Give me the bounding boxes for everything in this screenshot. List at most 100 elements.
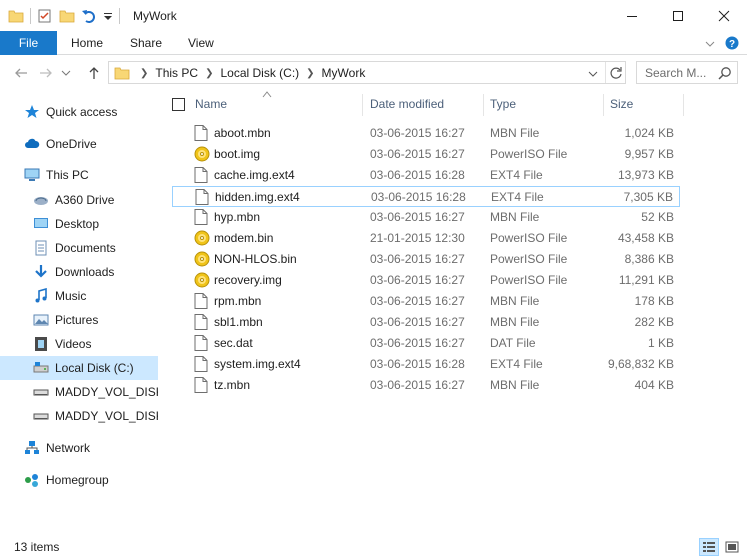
undo-icon[interactable] (81, 8, 97, 24)
file-size: 9,68,832 KB (607, 357, 674, 371)
nav-item[interactable]: A360 Drive (0, 188, 158, 212)
file-row[interactable]: hidden.img.ext4 03-06-2015 16:28 EXT4 File… (172, 186, 680, 207)
file-size: 7,305 KB (623, 190, 673, 204)
file-type: EXT4 File (490, 357, 543, 371)
nav-item[interactable]: MADDY_VOL_DISK ( (0, 404, 158, 428)
disc-image-icon (194, 146, 210, 162)
back-button[interactable] (12, 64, 30, 82)
nav-item[interactable]: Music (0, 284, 158, 308)
nav-item[interactable]: Quick access (0, 100, 158, 124)
file-row[interactable]: modem.bin 21-01-2015 12:30 PowerISO File 43… (172, 228, 680, 249)
toolbar-divider (30, 8, 31, 24)
search-box[interactable]: Search M... (636, 61, 738, 84)
recent-locations-button[interactable] (60, 64, 72, 82)
nav-item[interactable]: Videos (0, 332, 158, 356)
file-row[interactable]: cache.img.ext4 03-06-2015 16:28 EXT4 File 1… (172, 165, 680, 186)
chevron-right-icon[interactable]: ❯ (205, 68, 213, 79)
status-bar: 13 items (0, 535, 747, 559)
nav-item[interactable]: Desktop (0, 212, 158, 236)
file-name: hidden.img.ext4 (215, 190, 300, 204)
nav-item[interactable]: Documents (0, 236, 158, 260)
chevron-right-icon[interactable]: ❯ (140, 68, 148, 79)
nav-item-label: OneDrive (46, 137, 97, 151)
toolbar-divider (119, 8, 120, 24)
search-icon[interactable] (718, 66, 732, 83)
forward-button[interactable] (37, 64, 55, 82)
file-size: 52 KB (641, 210, 674, 224)
column-divider[interactable] (683, 94, 684, 116)
sort-ascending-icon (262, 90, 272, 101)
column-header-date[interactable]: Date modified (370, 90, 444, 118)
expand-ribbon-icon[interactable] (705, 38, 715, 52)
file-name: tz.mbn (214, 378, 251, 392)
refresh-icon[interactable] (609, 66, 623, 83)
file-type: PowerISO File (490, 147, 568, 161)
chevron-right-icon[interactable]: ❯ (306, 68, 314, 79)
nav-item[interactable]: Local Disk (C:) (0, 356, 158, 380)
search-placeholder: Search M... (645, 66, 707, 80)
nav-item[interactable]: OneDrive (0, 132, 158, 156)
file-row[interactable]: sbl1.mbn 03-06-2015 16:27 MBN File 282 KB (172, 312, 680, 333)
videos-folder-icon (33, 336, 49, 352)
column-header-type[interactable]: Type (490, 90, 516, 118)
file-date-modified: 03-06-2015 16:28 (370, 168, 465, 182)
disc-image-icon (194, 251, 210, 267)
file-date-modified: 03-06-2015 16:27 (370, 126, 465, 140)
homegroup-icon (24, 472, 40, 488)
close-button[interactable] (701, 0, 747, 31)
breadcrumb-local-disk[interactable]: Local Disk (C:) (220, 66, 299, 80)
nav-item[interactable]: Homegroup (0, 468, 158, 492)
column-divider[interactable] (483, 94, 484, 116)
column-header-size[interactable]: Size (610, 90, 633, 118)
tab-home[interactable]: Home (71, 31, 103, 55)
nav-item[interactable]: Pictures (0, 308, 158, 332)
tab-file[interactable]: File (0, 31, 57, 55)
file-date-modified: 03-06-2015 16:27 (370, 336, 465, 350)
large-icons-view-button[interactable] (722, 538, 742, 556)
file-row[interactable]: hyp.mbn 03-06-2015 16:27 MBN File 52 KB (172, 207, 680, 228)
column-divider[interactable] (362, 94, 363, 116)
file-row[interactable]: sec.dat 03-06-2015 16:27 DAT File 1 KB (172, 333, 680, 354)
nav-item-label: Desktop (55, 217, 100, 231)
file-row[interactable]: system.img.ext4 03-06-2015 16:28 EXT4 File… (172, 354, 680, 375)
file-icon (194, 377, 208, 393)
file-size: 282 KB (634, 315, 674, 329)
breadcrumb-this-pc[interactable]: This PC (155, 66, 198, 80)
column-divider[interactable] (603, 94, 604, 116)
nav-item[interactable]: MADDY_VOL_DISK ( (0, 380, 158, 404)
address-bar[interactable]: ❯ This PC ❯ Local Disk (C:) ❯ MyWork (108, 61, 626, 84)
customize-toolbar-dropdown-icon[interactable] (103, 8, 113, 24)
properties-icon[interactable] (37, 8, 53, 24)
file-row[interactable]: aboot.mbn 03-06-2015 16:27 MBN File 1,024 K… (172, 123, 680, 144)
nav-item[interactable]: Network (0, 436, 158, 460)
column-header-name[interactable]: Name (195, 90, 227, 118)
minimize-button[interactable] (609, 0, 655, 31)
file-row[interactable]: rpm.mbn 03-06-2015 16:27 MBN File 178 KB (172, 291, 680, 312)
address-history-dropdown-icon[interactable] (588, 68, 598, 82)
tab-view[interactable]: View (188, 31, 214, 55)
breadcrumb-mywork[interactable]: MyWork (322, 66, 366, 80)
nav-item-label: Local Disk (C:) (55, 361, 134, 375)
file-size: 8,386 KB (624, 252, 674, 266)
maximize-button[interactable] (655, 0, 701, 31)
nav-item-label: Downloads (55, 265, 115, 279)
details-view-button[interactable] (699, 538, 719, 556)
help-icon[interactable]: ? (725, 36, 739, 53)
file-row[interactable]: boot.img 03-06-2015 16:27 PowerISO File 9,9… (172, 144, 680, 165)
up-button[interactable] (85, 64, 103, 82)
disc-image-icon (194, 230, 210, 246)
desktop-folder-icon (33, 216, 49, 232)
nav-item-label: Quick access (46, 105, 118, 119)
file-type: MBN File (490, 210, 540, 224)
file-row[interactable]: NON-HLOS.bin 03-06-2015 16:27 PowerISO Fil… (172, 249, 680, 270)
file-size: 11,291 KB (618, 273, 674, 287)
new-folder-icon[interactable] (59, 8, 75, 24)
tab-share[interactable]: Share (130, 31, 162, 55)
file-row[interactable]: recovery.img 03-06-2015 16:27 PowerISO Fil… (172, 270, 680, 291)
select-all-checkbox[interactable] (172, 98, 185, 111)
file-date-modified: 03-06-2015 16:27 (370, 315, 465, 329)
nav-item[interactable]: This PC (0, 163, 158, 187)
file-type: PowerISO File (490, 231, 568, 245)
file-row[interactable]: tz.mbn 03-06-2015 16:27 MBN File 404 KB (172, 375, 680, 396)
nav-item[interactable]: Downloads (0, 260, 158, 284)
